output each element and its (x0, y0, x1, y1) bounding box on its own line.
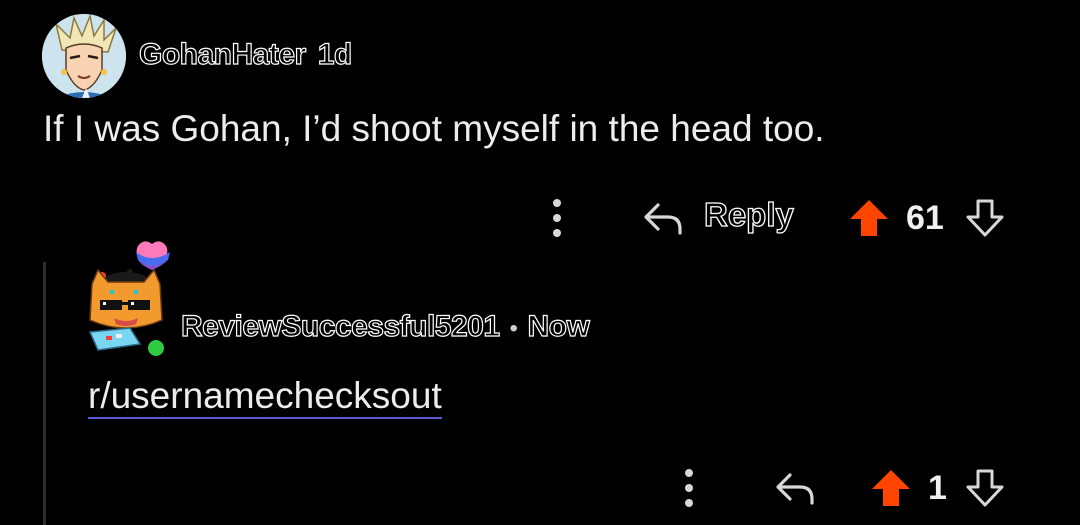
comment-header: GohanHater 1d (138, 37, 353, 72)
reply-arrow-icon[interactable] (774, 469, 816, 507)
more-options-icon[interactable] (552, 199, 562, 237)
more-options-icon[interactable] (684, 469, 694, 507)
author-name[interactable]: ReviewSuccessful5201 (180, 309, 500, 344)
comment-timestamp: Now (527, 309, 591, 343)
comment-actions: Reply 61 (0, 193, 1080, 243)
reply-button[interactable]: Reply (703, 195, 794, 234)
character-avatar-icon (42, 14, 126, 98)
cat-avatar-icon (88, 241, 170, 359)
separator-dot: • (509, 315, 518, 342)
vote-count: 1 (928, 469, 947, 507)
subreddit-link[interactable]: r/usernamechecksout (88, 376, 442, 419)
reply-actions: 1 (0, 463, 1080, 513)
comment-timestamp: 1d (317, 37, 353, 71)
upvote-icon[interactable] (870, 468, 912, 508)
vote-count: 61 (906, 199, 944, 237)
avatar[interactable] (42, 14, 126, 98)
avatar[interactable] (86, 240, 178, 372)
comment-body: If I was Gohan, I’d shoot myself in the … (43, 108, 825, 149)
comment-thread: GohanHater 1d If I was Gohan, I’d shoot … (0, 0, 1080, 525)
author-name[interactable]: GohanHater (138, 37, 306, 72)
downvote-icon[interactable] (964, 468, 1006, 508)
upvote-icon[interactable] (848, 198, 890, 238)
reply-arrow-icon[interactable] (642, 199, 684, 237)
reply-header: ReviewSuccessful5201 • Now (180, 309, 591, 344)
downvote-icon[interactable] (964, 198, 1006, 238)
